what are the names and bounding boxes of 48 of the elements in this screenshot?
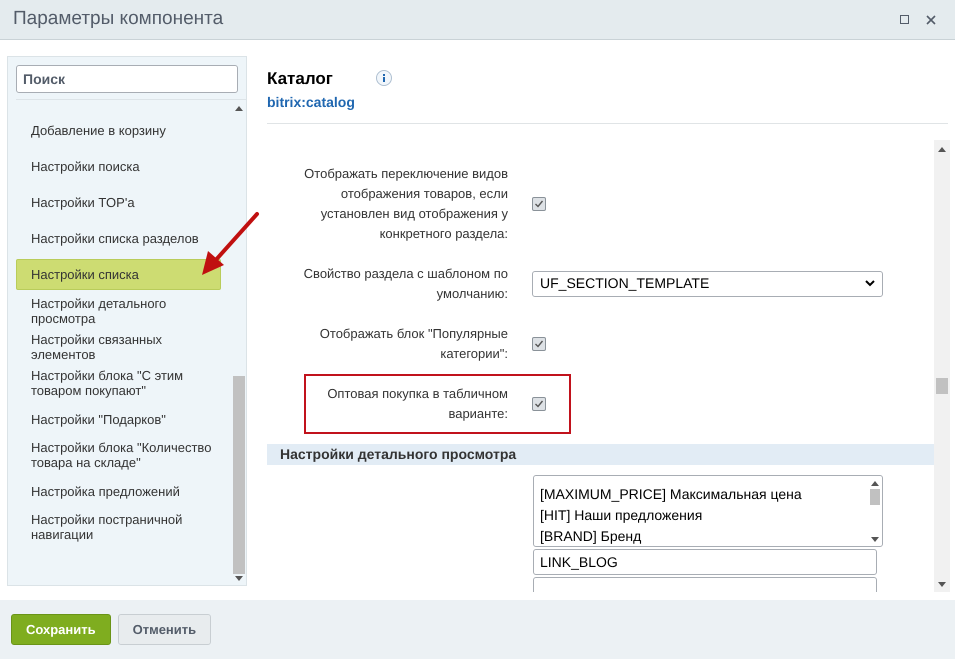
setting-label: Отображать переключение видов отображения товаров, если установлен вид отображения у конкретного раздела:	[303, 164, 508, 243]
scroll-down-icon[interactable]	[871, 536, 879, 542]
checkbox[interactable]	[532, 196, 546, 210]
scroll-down-icon[interactable]	[235, 576, 243, 581]
sidebar-item[interactable]: Настройки списка	[16, 259, 221, 290]
info-icon[interactable]	[376, 70, 392, 86]
setting-label: Свойство раздела с шаблоном по умолчанию:	[302, 264, 508, 303]
sidebar-item[interactable]: Настройки постраничной навигации	[16, 509, 232, 545]
close-icon[interactable]	[926, 14, 936, 24]
check-icon	[534, 198, 544, 208]
window-title: Параметры компонента	[13, 7, 224, 32]
component-code-link[interactable]: bitrix:catalog	[267, 92, 355, 112]
checkbox[interactable]	[532, 336, 546, 350]
section-header: Настройки детального просмотра	[267, 444, 934, 464]
chevron-down-icon	[865, 280, 875, 287]
sidebar-item[interactable]: Настройки списка разделов	[16, 220, 232, 256]
check-icon	[534, 398, 544, 408]
sidebar-item[interactable]: Настройки блока "С этим товаром покупают"	[16, 365, 232, 401]
maximize-icon[interactable]	[900, 15, 909, 24]
cancel-button[interactable]: Отменить	[118, 614, 212, 645]
checkbox[interactable]	[532, 396, 546, 410]
select-dropdown[interactable]: UF_SECTION_TEMPLATE	[532, 270, 883, 296]
sidebar-item[interactable]: Настройки блока "Количество товара на складе"	[16, 437, 232, 473]
setting-label: Отображать блок "Популярные категории":	[318, 324, 508, 363]
scrollbar-thumb[interactable]	[936, 378, 948, 394]
sidebar-item[interactable]: Настройки TOP'а	[16, 184, 232, 220]
search-field[interactable]: Поиск	[16, 65, 238, 93]
scroll-up-icon[interactable]	[938, 146, 946, 152]
component-title: Каталог	[267, 68, 334, 90]
scroll-down-icon[interactable]	[938, 582, 946, 586]
multiselect-list[interactable]: [MAXIMUM_PRICE] Максимальная цена [HIT] Наши предложения [BRAND] Бренд	[533, 474, 883, 546]
scrollbar[interactable]	[934, 140, 950, 592]
check-icon	[534, 338, 544, 348]
setting-label: Оптовая покупка в табличном варианте:	[326, 384, 508, 423]
sidebar-item[interactable]: Настройки связанных элементов	[16, 329, 232, 365]
list-option[interactable]: [MAXIMUM_PRICE] Максимальная цена	[540, 484, 868, 504]
list-option[interactable]: [HIT] Наши предложения	[540, 504, 868, 526]
scroll-up-icon[interactable]	[235, 106, 243, 111]
scrollbar-thumb[interactable]	[870, 488, 880, 504]
sidebar-item[interactable]: Настройки детального просмотра	[16, 293, 232, 329]
scroll-up-icon[interactable]	[871, 480, 879, 486]
list-option[interactable]: [BRAND] Бренд	[540, 526, 868, 546]
sidebar-item[interactable]: Настройки "Подарков"	[16, 401, 232, 437]
sidebar-item[interactable]: Добавление в корзину	[16, 112, 232, 148]
scrollbar-thumb[interactable]	[233, 376, 245, 574]
sidebar-item[interactable]: Настройки поиска	[16, 148, 232, 184]
sidebar-item[interactable]: Настройка предложений	[16, 473, 232, 509]
text-field[interactable]: LINK_BLOG	[533, 548, 877, 574]
